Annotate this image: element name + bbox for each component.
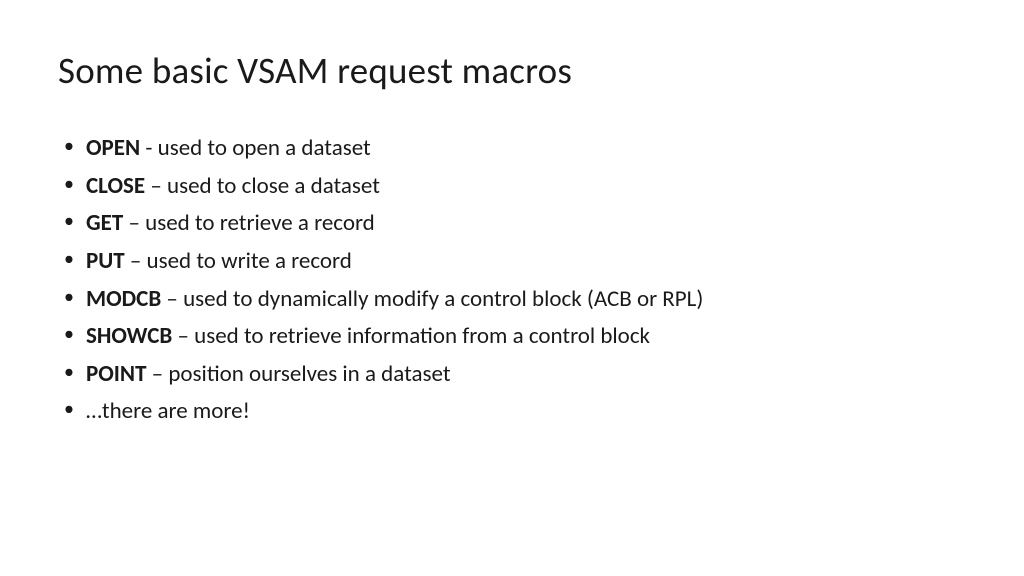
list-item: PUT – used to write a record (62, 244, 966, 280)
separator: – (146, 360, 168, 388)
slide-title: Some basic VSAM request macros (58, 48, 966, 93)
list-item: OPEN - used to open a dataset (62, 131, 966, 167)
macro-name: CLOSE (86, 172, 145, 200)
macro-name: OPEN (86, 134, 140, 162)
separator: – (161, 285, 183, 313)
macro-desc: used to retrieve information from a cont… (194, 322, 650, 350)
list-item: MODCB – used to dynamically modify a con… (62, 282, 966, 318)
macro-desc: position ourselves in a dataset (168, 360, 450, 388)
separator: - (140, 134, 157, 162)
list-item: GET – used to retrieve a record (62, 206, 966, 242)
macro-desc: used to write a record (147, 247, 352, 275)
macro-name: MODCB (86, 285, 161, 313)
list-item: CLOSE – used to close a dataset (62, 169, 966, 205)
separator: – (145, 172, 167, 200)
list-item-footer: …there are more! (62, 394, 966, 430)
separator: – (123, 209, 145, 237)
macro-name: GET (86, 209, 123, 237)
macro-name: PUT (86, 247, 125, 275)
macro-name: SHOWCB (86, 322, 172, 350)
macro-list: OPEN - used to open a dataset CLOSE – us… (58, 131, 966, 430)
macro-desc: used to dynamically modify a control blo… (183, 285, 703, 313)
list-item: POINT – position ourselves in a dataset (62, 357, 966, 393)
separator: – (172, 322, 194, 350)
list-item: SHOWCB – used to retrieve information fr… (62, 319, 966, 355)
footer-text: …there are more! (86, 397, 250, 425)
macro-desc: used to open a dataset (158, 134, 371, 162)
macro-desc: used to close a dataset (167, 172, 380, 200)
separator: – (125, 247, 147, 275)
macro-name: POINT (86, 360, 146, 388)
macro-desc: used to retrieve a record (145, 209, 375, 237)
